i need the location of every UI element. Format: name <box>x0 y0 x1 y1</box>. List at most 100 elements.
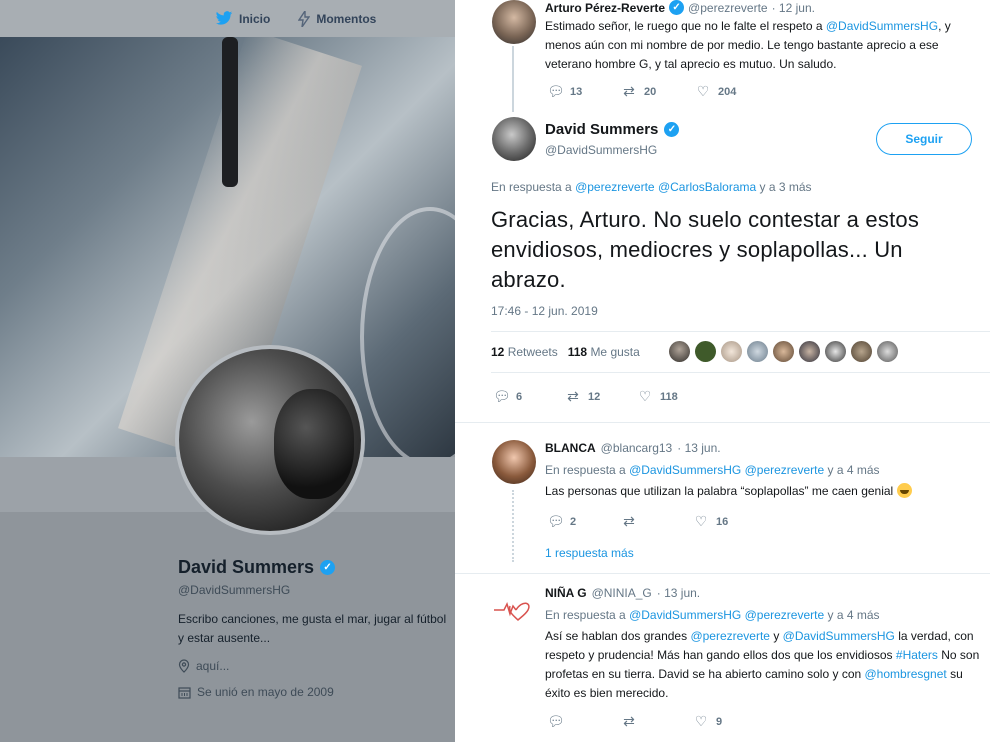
reply2-actions: 💬︎ ⇄ ♡ 9 <box>547 713 722 730</box>
retweet-button[interactable]: ⇄ 12 <box>565 388 637 405</box>
reply-mentions[interactable]: @DavidSummersHG @perezreverte <box>629 463 824 477</box>
mention-link[interactable]: @DavidSummersHG <box>783 629 895 643</box>
retweet-icon: ⇄ <box>623 83 635 99</box>
liker-avatar[interactable] <box>877 341 898 362</box>
reply-button[interactable]: 💬︎ 13 <box>547 83 621 100</box>
parent-tweet-handle[interactable]: @perezreverte <box>688 1 768 15</box>
retweet-icon: ⇄ <box>623 713 635 729</box>
reply2-avatar[interactable] <box>492 586 536 630</box>
retweets-stat[interactable]: 12 Retweets <box>491 345 558 359</box>
main-tweet-avatar[interactable] <box>492 117 536 161</box>
reply2-name[interactable]: NIÑA G <box>545 586 587 600</box>
verified-icon: ✓ <box>320 560 336 575</box>
reply-button[interactable]: 💬︎ 2 <box>547 513 621 530</box>
location-pin-icon <box>178 659 190 673</box>
liker-avatar[interactable] <box>799 341 820 362</box>
liker-avatar[interactable] <box>825 341 846 362</box>
likers-avatars <box>669 341 898 362</box>
text-segment: Estimado señor, le ruego que no le falte… <box>545 19 826 33</box>
like-button[interactable]: ♡ 118 <box>637 388 678 405</box>
reply-mentions[interactable]: @DavidSummersHG @perezreverte <box>629 608 824 622</box>
reply-suffix[interactable]: y a 3 más <box>756 180 812 194</box>
reply-button[interactable]: 💬︎ 6 <box>493 388 565 405</box>
mention-link[interactable]: @perezreverte <box>690 629 770 643</box>
profile-location: aquí... <box>178 659 229 673</box>
nav-home-label: Inicio <box>239 11 271 26</box>
follow-button[interactable]: Seguir <box>876 123 972 155</box>
liker-avatar[interactable] <box>851 341 872 362</box>
nav-moments[interactable]: Momentos <box>298 10 377 27</box>
hashtag-link[interactable]: #Haters <box>896 648 938 662</box>
reply1-avatar[interactable] <box>492 440 536 484</box>
mention-link[interactable]: @DavidSummersHG <box>826 19 938 33</box>
nav-moments-label: Momentos <box>316 11 377 26</box>
reply-icon: 💬︎ <box>547 83 565 99</box>
profile-handle[interactable]: @DavidSummersHG <box>178 583 290 597</box>
profile-name[interactable]: David Summers ✓ <box>178 557 336 578</box>
divider <box>491 372 990 373</box>
reply1-name[interactable]: BLANCA <box>545 441 596 455</box>
retweet-button[interactable]: ⇄ <box>621 513 693 530</box>
reply1-handle[interactable]: @blancarg13 <box>601 441 673 455</box>
reply1-date[interactable]: · 13 jun. <box>677 441 720 455</box>
like-button[interactable]: ♡ 16 <box>693 513 729 530</box>
profile-avatar[interactable] <box>175 345 365 535</box>
main-tweet-name[interactable]: David Summers ✓ <box>545 121 680 138</box>
like-button[interactable]: ♡ 204 <box>695 83 737 100</box>
heart-icon: ♡ <box>638 388 652 404</box>
divider <box>455 573 990 574</box>
reply1-actions: 💬︎ 2 ⇄ ♡ 16 <box>547 513 728 530</box>
main-tweet-actions: 💬︎ 6 ⇄ 12 ♡ 118 <box>493 388 678 405</box>
verified-icon: ✓ <box>669 0 685 15</box>
likes-stat[interactable]: 118 Me gusta <box>568 345 640 359</box>
reply-prefix: En respuesta a <box>545 463 630 477</box>
top-nav: Inicio Momentos <box>0 0 455 37</box>
reply-suffix[interactable]: y a 4 más <box>824 608 879 622</box>
liker-avatar[interactable] <box>695 341 716 362</box>
retweet-button[interactable]: ⇄ <box>621 713 693 730</box>
reply2-handle[interactable]: @NINIA_G <box>592 586 652 600</box>
tweet-panel: Arturo Pérez-Reverte ✓ @perezreverte · 1… <box>455 0 990 742</box>
divider <box>455 422 990 423</box>
banner-cord <box>360 207 455 457</box>
main-tweet-reply-context: En respuesta a @perezreverte @CarlosBalo… <box>491 180 812 194</box>
retweet-count: 12 <box>588 390 601 403</box>
like-count: 9 <box>716 715 723 728</box>
text-segment: Así se hablan dos grandes <box>545 629 691 643</box>
heartbeat-heart-icon <box>494 601 530 622</box>
main-tweet-timestamp[interactable]: 17:46 - 12 jun. 2019 <box>491 304 598 318</box>
liker-avatar[interactable] <box>747 341 768 362</box>
like-button[interactable]: ♡ 9 <box>693 713 722 730</box>
parent-tweet-avatar[interactable] <box>492 0 536 44</box>
likes-stat-label: Me gusta <box>590 345 640 359</box>
retweet-button[interactable]: ⇄ 20 <box>621 83 695 100</box>
reply-mentions[interactable]: @perezreverte @CarlosBalorama <box>575 180 756 194</box>
liker-avatar[interactable] <box>721 341 742 362</box>
text-segment: y <box>769 629 783 643</box>
retweets-stat-label: Retweets <box>507 345 558 359</box>
liker-avatar[interactable] <box>773 341 794 362</box>
retweet-icon: ⇄ <box>567 388 579 404</box>
heart-icon: ♡ <box>694 713 708 729</box>
reply2-date[interactable]: · 13 jun. <box>657 586 700 600</box>
reply1-context: En respuesta a @DavidSummersHG @perezrev… <box>545 463 880 477</box>
nav-home[interactable]: Inicio <box>215 11 270 26</box>
reply-button[interactable]: 💬︎ <box>547 713 621 730</box>
reply2-context: En respuesta a @DavidSummersHG @perezrev… <box>545 608 880 622</box>
reply-suffix[interactable]: y a 4 más <box>824 463 879 477</box>
profile-bio: Escribo canciones, me gusta el mar, juga… <box>178 612 447 645</box>
mention-link[interactable]: @hombresgnet <box>865 667 947 681</box>
parent-tweet-date[interactable]: · 12 jun. <box>772 1 815 15</box>
more-replies-link[interactable]: 1 respuesta más <box>545 546 634 560</box>
parent-tweet-text: Estimado señor, le ruego que no le falte… <box>545 17 975 74</box>
reply1-text-content: Las personas que utilizan la palabra “so… <box>545 484 894 498</box>
parent-tweet-name[interactable]: Arturo Pérez-Reverte <box>545 1 665 15</box>
like-count: 118 <box>660 390 678 403</box>
reply1-header: BLANCA @blancarg13 · 13 jun. <box>545 441 721 455</box>
calendar-icon <box>178 686 191 699</box>
main-tweet-handle[interactable]: @DavidSummersHG <box>545 143 657 157</box>
grinning-face-icon <box>896 483 912 498</box>
liker-avatar[interactable] <box>669 341 690 362</box>
heart-icon: ♡ <box>696 83 710 99</box>
profile-location-text: aquí... <box>196 659 230 673</box>
